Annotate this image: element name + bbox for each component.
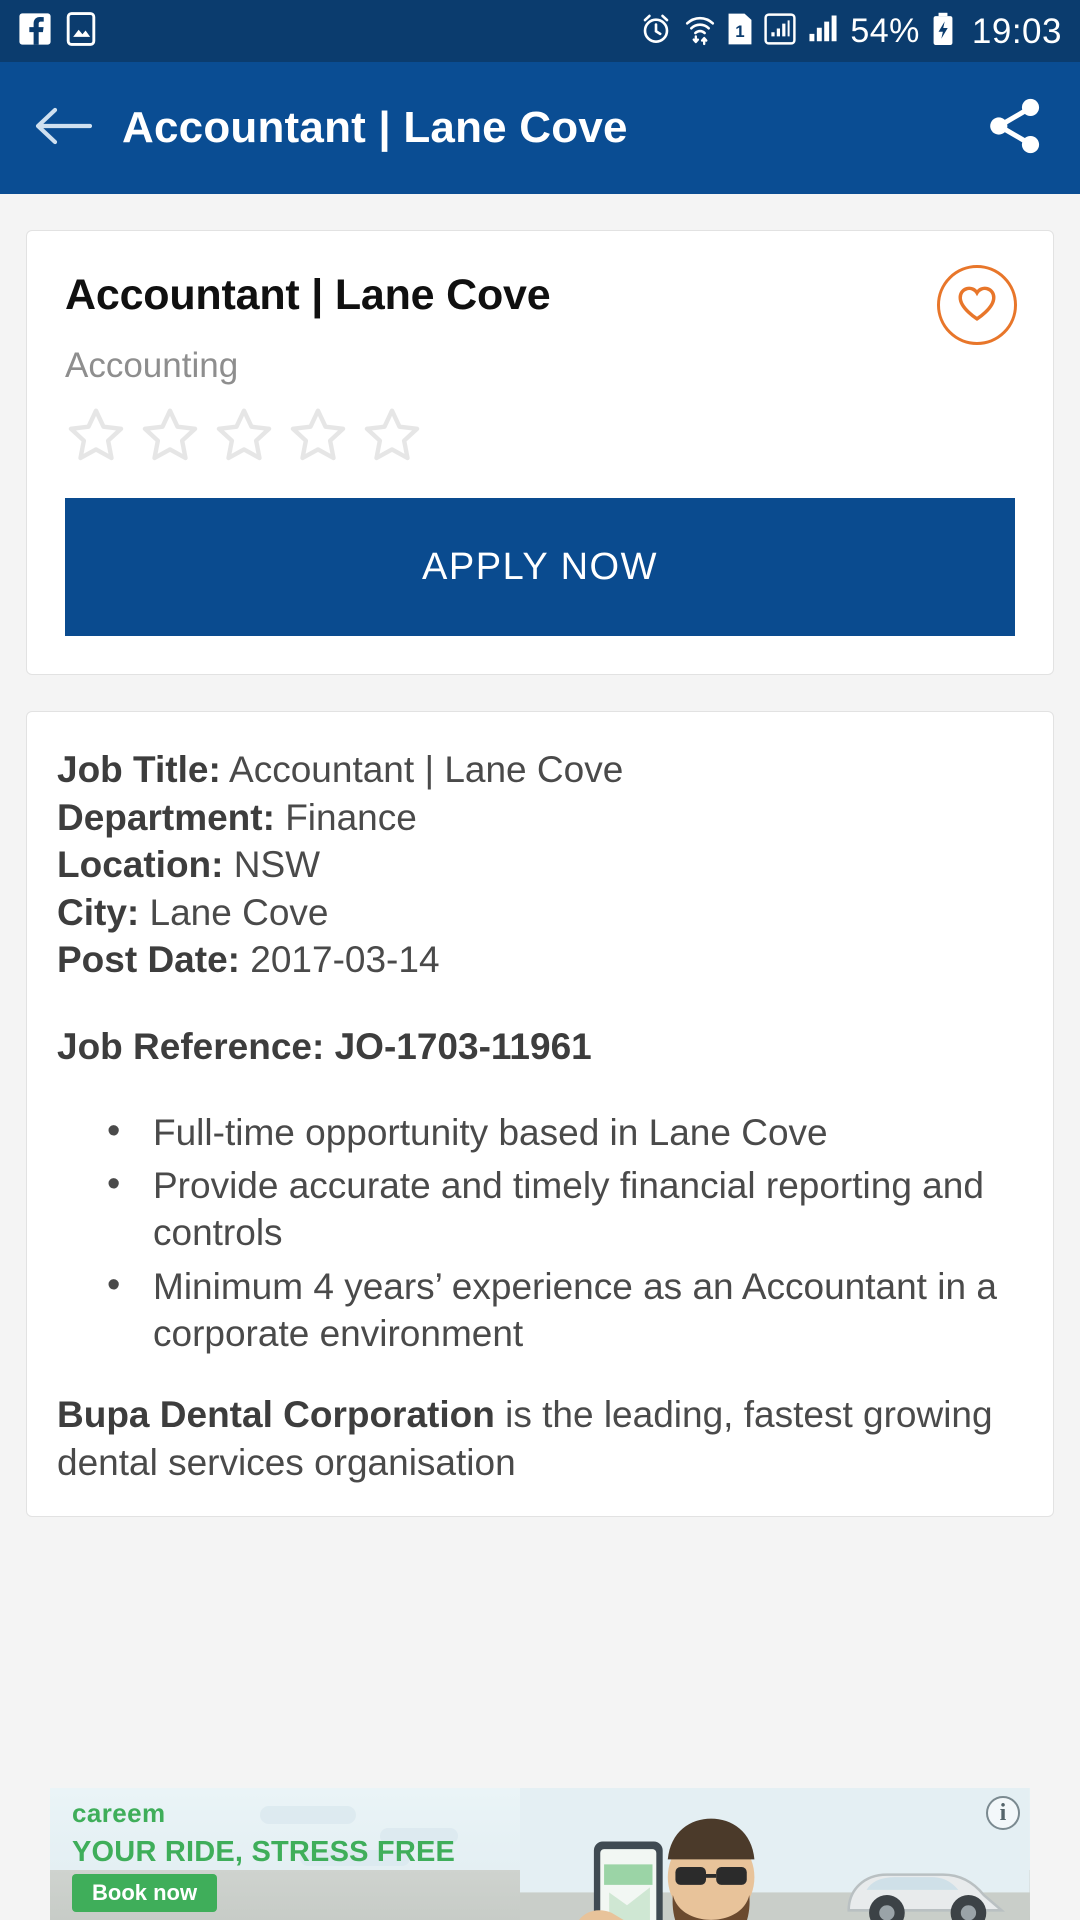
back-arrow-icon[interactable] (34, 104, 93, 153)
ad-banner[interactable]: careem YOUR RIDE, STRESS FREE Book now i (50, 1788, 1030, 1920)
rating-star-5[interactable] (361, 404, 423, 466)
signal-bars-icon (807, 12, 839, 51)
signal-boxed-icon (764, 12, 796, 51)
facebook-icon (18, 12, 52, 51)
rating-stars[interactable] (65, 404, 1015, 466)
detail-row-department: Department: Finance (57, 794, 1023, 841)
detail-row-location: Location: NSW (57, 841, 1023, 888)
ad-brand-label: careem (72, 1798, 166, 1828)
detail-label-department: Department: (57, 796, 275, 838)
ad-info-icon[interactable]: i (986, 1796, 1020, 1830)
job-details-body: Job Title: Accountant | Lane Cove Depart… (27, 712, 1053, 1516)
sim-1-icon: 1 (727, 12, 753, 51)
status-bar: 1 54% 19:03 (0, 0, 1080, 62)
job-summary-card: Accountant | Lane Cove Accounting APPLY … (26, 230, 1054, 676)
job-highlights-list: Full-time opportunity based in Lane Cove… (57, 1107, 1023, 1358)
detail-label-job-title: Job Title: (57, 749, 221, 791)
ad-cta-button[interactable]: Book now (72, 1874, 218, 1912)
rating-star-3[interactable] (213, 404, 275, 466)
status-bar-notifications (18, 11, 96, 51)
job-reference-heading: Job Reference: JO-1703-11961 (57, 1026, 592, 1068)
alarm-icon (639, 12, 673, 51)
photo-icon (66, 11, 96, 51)
list-item: Minimum 4 years’ experience as an Accoun… (107, 1261, 1023, 1358)
detail-label-city: City: (57, 891, 140, 933)
battery-charging-icon (931, 12, 955, 51)
detail-value-department: Finance (285, 796, 417, 838)
detail-value-location: NSW (233, 844, 321, 886)
job-details-card: Job Title: Accountant | Lane Cove Depart… (26, 711, 1054, 1518)
detail-row-city: City: Lane Cove (57, 889, 1023, 936)
job-title-heading: Accountant | Lane Cove (65, 271, 551, 319)
rating-star-2[interactable] (139, 404, 201, 466)
detail-label-location: Location: (57, 844, 224, 886)
detail-value-city: Lane Cove (149, 891, 329, 933)
company-description-paragraph: Bupa Dental Corporation is the leading, … (57, 1391, 1023, 1486)
detail-row-post-date: Post Date: 2017-03-14 (57, 936, 1023, 983)
status-bar-system-icons: 1 54% 19:03 (639, 12, 1062, 51)
company-name-label: Bupa Dental Corporation (57, 1394, 495, 1436)
detail-value-post-date: 2017-03-14 (250, 938, 440, 980)
scroll-content[interactable]: Accountant | Lane Cove Accounting APPLY … (0, 194, 1080, 1920)
ad-illustration (520, 1788, 1030, 1920)
share-icon[interactable] (984, 95, 1046, 162)
rating-star-1[interactable] (65, 404, 127, 466)
wifi-icon (684, 12, 716, 51)
list-item: Full-time opportunity based in Lane Cove (107, 1107, 1023, 1156)
detail-row-job-title: Job Title: Accountant | Lane Cove (57, 746, 1023, 793)
job-summary-body: Accountant | Lane Cove Accounting APPLY … (27, 231, 1053, 674)
clock-label: 19:03 (971, 11, 1062, 51)
detail-value-job-title: Accountant | Lane Cove (229, 749, 624, 791)
ad-headline-label: YOUR RIDE, STRESS FREE (72, 1836, 456, 1868)
rating-star-4[interactable] (287, 404, 349, 466)
job-category-label: Accounting (65, 346, 239, 386)
heart-outline-icon (956, 284, 998, 327)
battery-percent-label: 54% (850, 12, 920, 50)
app-bar: Accountant | Lane Cove (0, 62, 1080, 194)
svg-text:1: 1 (736, 21, 745, 40)
favorite-button[interactable] (937, 265, 1017, 345)
detail-label-post-date: Post Date: (57, 938, 240, 980)
apply-now-button[interactable]: APPLY NOW (65, 498, 1015, 637)
ad-cloud-decoration (260, 1806, 356, 1824)
page-title: Accountant | Lane Cove (122, 103, 628, 152)
list-item: Provide accurate and timely financial re… (107, 1160, 1023, 1257)
